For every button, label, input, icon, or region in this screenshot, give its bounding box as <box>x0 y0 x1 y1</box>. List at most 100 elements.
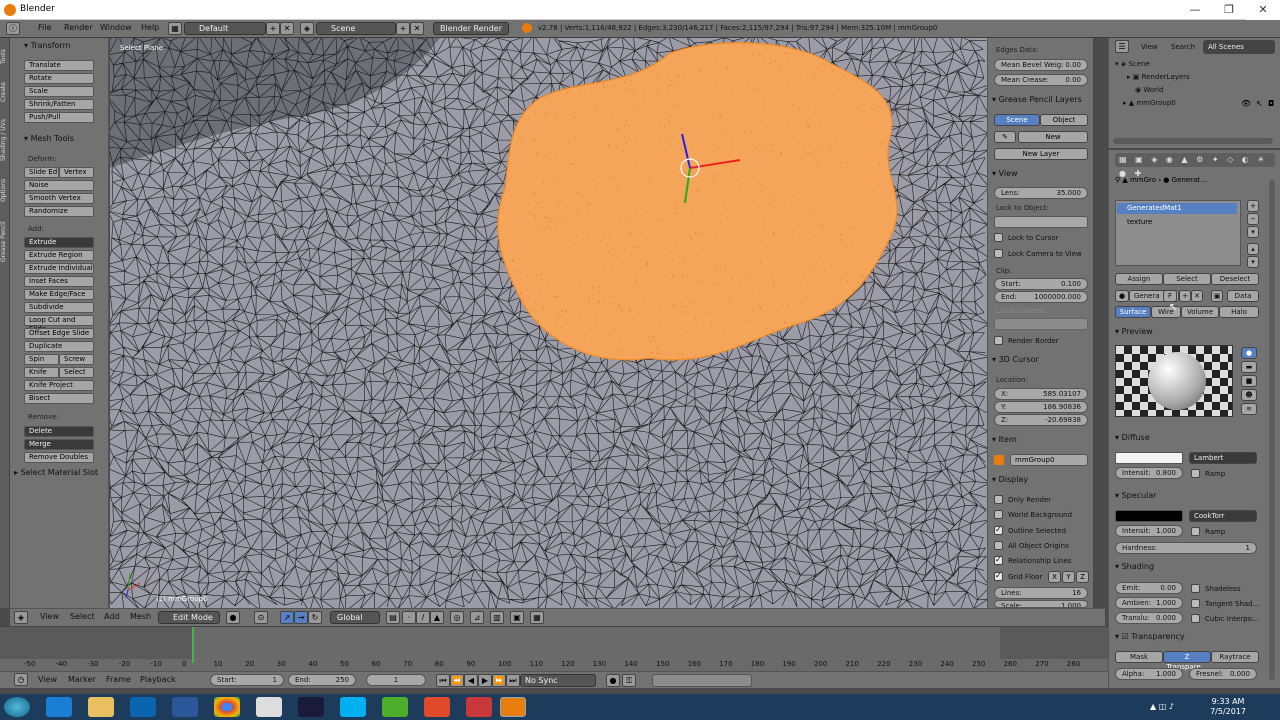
preview-monkey-icon[interactable]: ☻ <box>1241 389 1257 401</box>
axis-y-toggle[interactable]: Y <box>1062 571 1075 583</box>
preview-sphere-icon[interactable]: ● <box>1241 347 1257 359</box>
fresnel-field[interactable]: Fresnel: 0.000 <box>1189 668 1257 680</box>
preview-cube-icon[interactable]: ■ <box>1241 375 1257 387</box>
snap-element-icon[interactable]: ▥ <box>490 611 504 624</box>
layout-icon[interactable]: ▦ <box>168 22 182 35</box>
menu-window[interactable]: Window <box>100 23 132 32</box>
lock-camera-checkbox[interactable] <box>994 249 1003 258</box>
select-material-slot-header[interactable]: ▸ Select Material Slot <box>14 468 98 477</box>
vp-menu-view[interactable]: View <box>40 612 59 621</box>
specular-shader-select[interactable]: CookTorr <box>1189 510 1257 522</box>
ambient-field[interactable]: Ambien: 1.000 <box>1115 597 1183 609</box>
rotate-button[interactable]: Rotate <box>24 73 94 84</box>
face-select-icon[interactable]: ▲ <box>430 611 444 624</box>
render-border-checkbox[interactable] <box>994 336 1003 345</box>
cursor-z-field[interactable]: Z: -20.69838 <box>994 414 1088 426</box>
item-name-field[interactable]: mmGroup0 <box>1010 454 1088 466</box>
viewport-editor-icon[interactable]: ◈ <box>14 611 28 624</box>
slide-edge-button[interactable]: Slide Ed <box>24 167 59 178</box>
knife-button[interactable]: Knife <box>24 367 59 378</box>
select-button[interactable]: Select <box>1163 273 1211 285</box>
tab-create[interactable]: Create <box>0 74 10 110</box>
slot-texture[interactable]: texture <box>1117 217 1237 228</box>
tab-options[interactable]: Options <box>0 170 10 210</box>
sync-mode-select[interactable]: No Sync <box>520 674 596 687</box>
maximize-icon[interactable]: ❐ <box>1212 0 1246 20</box>
timeline[interactable]: -50 -40 -30 -20 -10 0 10 20 30 40 50 60 70 80 90 100 110… <box>0 626 1108 671</box>
outliner-renderlayers[interactable]: ▸ ▣ RenderLayers <box>1127 73 1190 81</box>
smooth-vertex-button[interactable]: Smooth Vertex <box>24 193 94 204</box>
jump-start-icon[interactable]: ⏮ <box>436 674 450 687</box>
jump-end-icon[interactable]: ⏭ <box>506 674 520 687</box>
translate-button[interactable]: Translate <box>24 60 94 71</box>
lock-to-cursor-checkbox[interactable] <box>994 233 1003 242</box>
outline-selected-checkbox[interactable] <box>994 525 1003 535</box>
chrome-icon[interactable] <box>214 697 240 717</box>
vp-menu-add[interactable]: Add <box>104 612 120 621</box>
cursor-y-field[interactable]: Y: 186.90836 <box>994 401 1088 413</box>
record-icon[interactable]: ● <box>606 674 620 687</box>
tray-icons[interactable]: ▲ ◫ ♪ <box>1150 702 1174 711</box>
raytrace-button[interactable]: Raytrace <box>1211 651 1259 663</box>
lock-object-field[interactable] <box>994 216 1088 228</box>
close-icon[interactable]: ✕ <box>1246 0 1280 20</box>
subdivide-button[interactable]: Subdivide <box>24 302 94 313</box>
slot-generatedmat1[interactable]: GeneratedMat1 <box>1117 203 1237 214</box>
grid-floor-checkbox[interactable] <box>994 571 1003 581</box>
start-button-icon[interactable] <box>4 697 30 717</box>
orientation-select[interactable]: Global <box>330 611 380 624</box>
viewport-shading-icon[interactable]: ● <box>226 611 240 624</box>
vp-menu-mesh[interactable]: Mesh <box>130 612 151 621</box>
camtasia-icon[interactable] <box>382 697 408 717</box>
transparency-header[interactable]: ▾ ☑ Transparency <box>1115 632 1185 641</box>
properties-scrollbar[interactable] <box>1269 180 1275 680</box>
make-edge-face-button[interactable]: Make Edge/Face <box>24 289 94 300</box>
blender-taskbar-icon[interactable] <box>500 697 526 717</box>
skype-icon[interactable] <box>340 697 366 717</box>
extrude-menu[interactable]: Extrude <box>24 237 94 248</box>
diffuse-shader-select[interactable]: Lambert <box>1189 452 1257 464</box>
extrude-region-button[interactable]: Extrude Region <box>24 250 94 261</box>
tl-menu-view[interactable]: View <box>38 675 57 684</box>
editor-type-icon[interactable]: ⓘ <box>6 22 20 35</box>
shading-header[interactable]: ▾ Shading <box>1115 562 1154 571</box>
specular-color-swatch[interactable] <box>1115 510 1183 522</box>
noise-button[interactable]: Noise <box>24 180 94 191</box>
clip-start-field[interactable]: Start: 0.100 <box>994 278 1088 290</box>
tl-menu-playback[interactable]: Playback <box>140 675 176 684</box>
preview-header[interactable]: ▾ Preview <box>1115 327 1153 336</box>
cursor-x-field[interactable]: X: 585.03107 <box>994 388 1088 400</box>
keying-set-icon[interactable]: ⚿ <box>622 674 636 687</box>
visibility-eye-icon[interactable]: 👁 <box>1241 99 1251 108</box>
axis-x-toggle[interactable]: X <box>1048 571 1061 583</box>
assign-button[interactable]: Assign <box>1115 273 1163 285</box>
emit-field[interactable]: Emit: 0.00 <box>1115 582 1183 594</box>
tab-halo[interactable]: Halo <box>1219 306 1259 318</box>
preview-plane-icon[interactable]: ▬ <box>1241 361 1257 373</box>
minimize-icon[interactable]: — <box>1178 0 1212 20</box>
knife-select-button[interactable]: Select <box>59 367 94 378</box>
hardness-field[interactable]: Hardness: 1 <box>1115 542 1257 554</box>
tab-shading-uvs[interactable]: Shading / UVs <box>0 112 10 168</box>
select-arrow-icon[interactable]: ↖ <box>1256 99 1263 108</box>
deselect-button[interactable]: Deselect <box>1211 273 1259 285</box>
material-browse-icon[interactable]: ● <box>1115 290 1129 302</box>
gp-new-button[interactable]: New <box>1018 131 1088 143</box>
render-camera-icon[interactable]: ◘ <box>1268 99 1274 108</box>
lens-field[interactable]: Lens: 35.000 <box>994 187 1088 199</box>
vp-menu-select[interactable]: Select <box>70 612 95 621</box>
gp-object-button[interactable]: Object <box>1040 114 1088 126</box>
scene-icon[interactable]: ◈ <box>300 22 314 35</box>
extrude-individual-button[interactable]: Extrude Individual <box>24 263 94 274</box>
menu-file[interactable]: File <box>38 23 51 32</box>
new-layer-button[interactable]: New Layer <box>994 148 1088 160</box>
layer-icon[interactable]: ▤ <box>386 611 400 624</box>
world-bg-checkbox[interactable] <box>994 510 1003 519</box>
next-key-icon[interactable]: ⏩ <box>492 674 506 687</box>
pencil-icon[interactable]: ✎ <box>994 131 1016 143</box>
randomize-button[interactable]: Randomize <box>24 206 94 217</box>
manipulator-icon[interactable]: ↗ <box>280 611 294 624</box>
tab-grease-pencil[interactable]: Grease Pencil <box>0 212 10 272</box>
move-up-icon[interactable]: ▴ <box>1247 243 1259 255</box>
mode-select[interactable]: Edit Mode <box>158 611 220 624</box>
